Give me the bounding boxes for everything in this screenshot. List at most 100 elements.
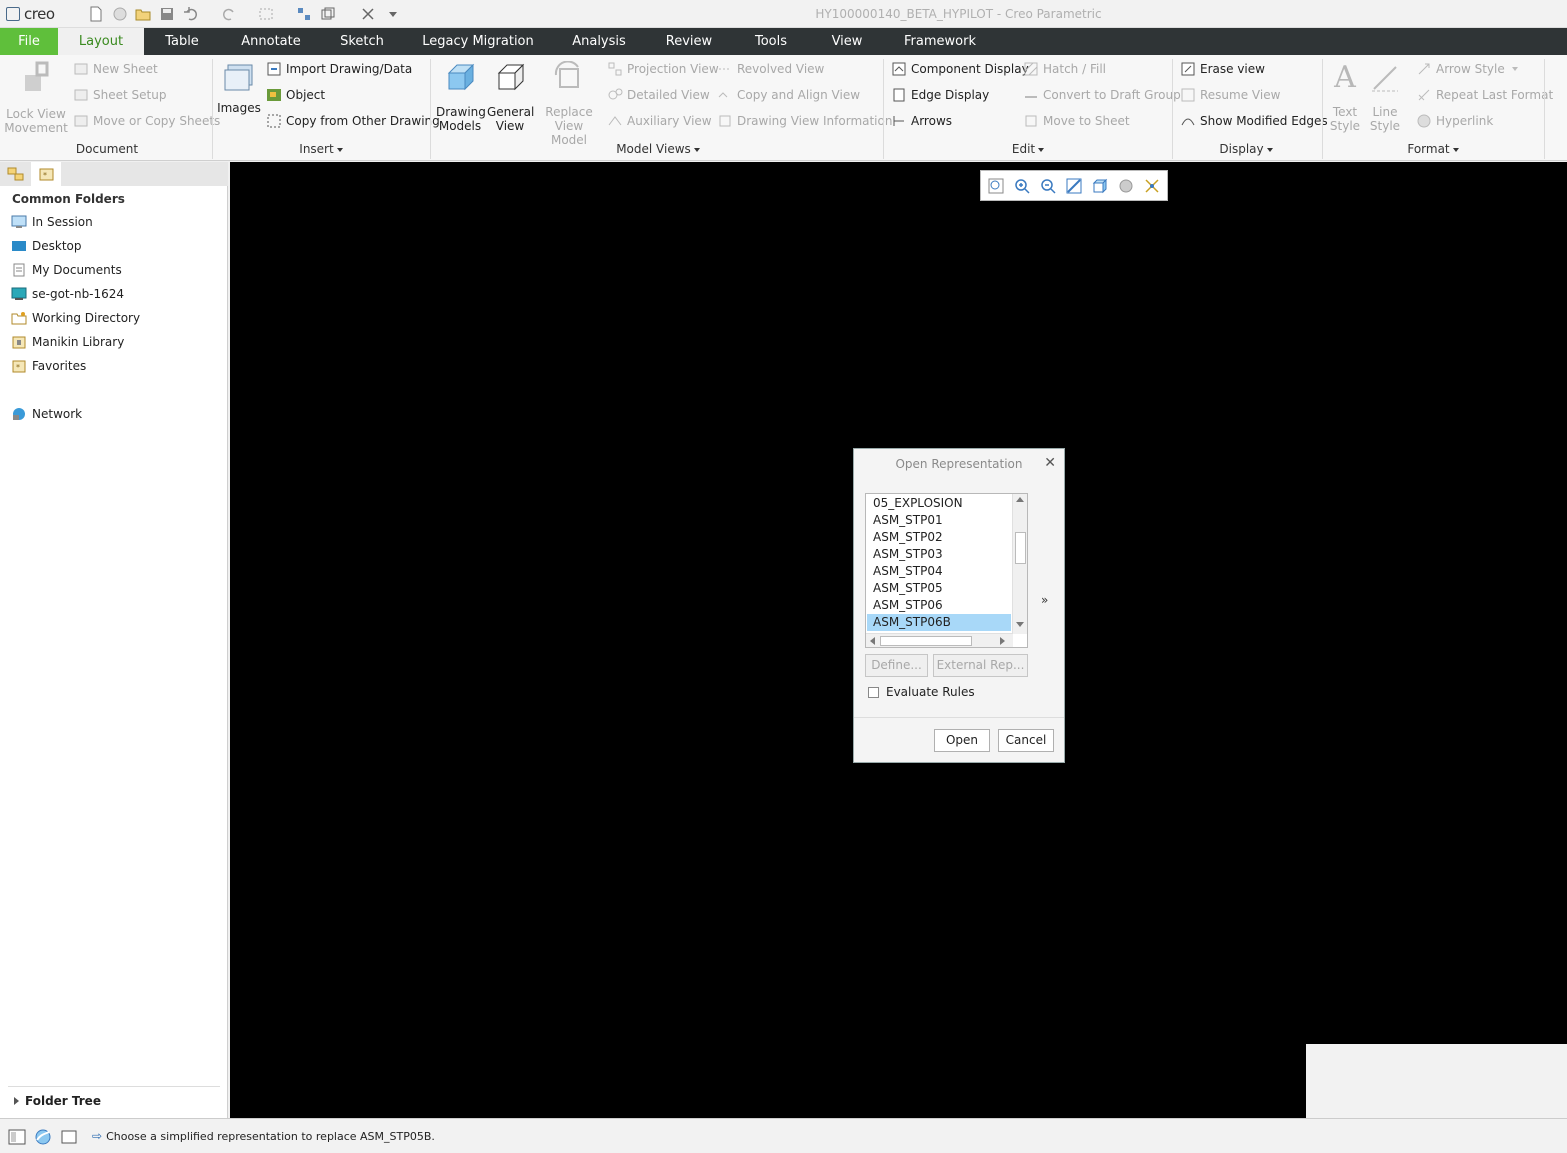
arrow-style-label: Arrow Style: [1436, 62, 1505, 76]
group-label-insert[interactable]: Insert: [296, 142, 346, 156]
zoom-out-icon[interactable]: [1039, 177, 1057, 195]
scroll-up-icon[interactable]: [1016, 497, 1024, 502]
close-icon[interactable]: ✕: [1044, 455, 1056, 471]
nav-item-computer[interactable]: se-got-nb-1624: [11, 285, 124, 303]
text-style-button[interactable]: A Text Style: [1326, 61, 1364, 134]
list-item[interactable]: ASM_STP05: [867, 580, 1011, 597]
browser-toggle-icon[interactable]: [34, 1128, 52, 1146]
group-label-model-views[interactable]: Model Views: [613, 142, 703, 156]
hyperlink-button[interactable]: Hyperlink: [1416, 112, 1493, 130]
tab-file[interactable]: File: [0, 28, 58, 55]
convert-draft-group-button[interactable]: Convert to Draft Group: [1023, 86, 1181, 104]
representation-list[interactable]: 05_EXPLOSION ASM_STP01 ASM_STP02 ASM_STP…: [865, 493, 1028, 648]
nav-item-network[interactable]: Network: [11, 405, 82, 423]
arrow-style-button[interactable]: Arrow Style: [1416, 60, 1518, 78]
horizontal-scroll-thumb[interactable]: [880, 636, 972, 646]
cancel-button[interactable]: Cancel: [998, 729, 1054, 752]
list-item[interactable]: ASM_STP01: [867, 512, 1011, 529]
tab-view[interactable]: View: [824, 28, 870, 55]
hatch-fill-button[interactable]: Hatch / Fill: [1023, 60, 1106, 78]
tab-framework[interactable]: Framework: [900, 28, 980, 55]
open-button[interactable]: Open: [934, 729, 990, 752]
list-item[interactable]: ASM_STP06: [867, 597, 1011, 614]
group-label-display[interactable]: Display: [1215, 142, 1277, 156]
folder-tree-toggle[interactable]: Folder Tree: [14, 1094, 101, 1108]
scroll-left-icon[interactable]: [870, 637, 875, 645]
nav-item-my-documents[interactable]: My Documents: [11, 261, 122, 279]
fullscreen-toggle-icon[interactable]: [60, 1128, 78, 1146]
move-copy-sheets-button[interactable]: Move or Copy Sheets: [73, 112, 220, 130]
detailed-view-button[interactable]: Detailed View: [607, 86, 710, 104]
nav-item-desktop[interactable]: Desktop: [11, 237, 82, 255]
external-rep-button[interactable]: External Rep...: [933, 654, 1028, 677]
arrows-button[interactable]: Arrows: [891, 112, 952, 130]
nav-item-in-session[interactable]: In Session: [11, 213, 93, 231]
tab-legacy-migration[interactable]: Legacy Migration: [416, 28, 540, 55]
folder-browser-tab[interactable]: *: [31, 162, 61, 186]
display-style-icon[interactable]: [1091, 177, 1109, 195]
navigator-toggle-icon[interactable]: [8, 1128, 26, 1146]
nav-item-favorites[interactable]: * Favorites: [11, 357, 86, 375]
drawing-view-info-button[interactable]: Drawing View Information: [717, 112, 892, 130]
list-item-selected[interactable]: ASM_STP06B: [867, 614, 1011, 631]
move-to-sheet-button[interactable]: Move to Sheet: [1023, 112, 1130, 130]
component-display-button[interactable]: Component Display: [891, 60, 1029, 78]
list-item[interactable]: 05_EXPLOSION: [867, 495, 1011, 512]
general-view-button[interactable]: General View: [487, 61, 534, 133]
tab-tools[interactable]: Tools: [746, 28, 796, 55]
erase-view-button[interactable]: Erase view: [1180, 60, 1265, 78]
group-label-edit[interactable]: Edit: [1006, 142, 1050, 156]
projection-view-button[interactable]: Projection View: [607, 60, 719, 78]
list-item[interactable]: ASM_STP02: [867, 529, 1011, 546]
zoom-in-icon[interactable]: [1013, 177, 1031, 195]
ribbon: Lock View Movement New Sheet Sheet Setup…: [0, 55, 1567, 161]
repeat-last-format-button[interactable]: Repeat Last Format: [1416, 86, 1553, 104]
tab-annotate[interactable]: Annotate: [232, 28, 310, 55]
evaluate-rules-checkbox[interactable]: [868, 687, 879, 698]
nav-item-manikin-library[interactable]: Manikin Library: [11, 333, 124, 351]
chevron-down-icon: [336, 147, 343, 152]
scroll-right-icon[interactable]: [1000, 637, 1005, 645]
model-tree-tab-icon[interactable]: [7, 166, 25, 182]
line-style-button[interactable]: Line Style: [1366, 61, 1404, 133]
folder-tree-divider: [8, 1086, 220, 1087]
tab-table[interactable]: Table: [152, 28, 212, 55]
copy-align-view-button[interactable]: Copy and Align View: [717, 86, 860, 104]
convert-draft-icon: [1023, 87, 1039, 103]
revolved-view-button[interactable]: Revolved View: [717, 60, 824, 78]
drawing-models-button[interactable]: Drawing Models: [436, 61, 486, 133]
list-item[interactable]: ASM_STP04: [867, 563, 1011, 580]
list-item[interactable]: ASM_STP03: [867, 546, 1011, 563]
copy-from-other-drawing-button[interactable]: Copy from Other Drawing: [266, 112, 440, 130]
horizontal-scrollbar[interactable]: [866, 633, 1013, 647]
resume-view-button[interactable]: Resume View: [1180, 86, 1280, 104]
group-separator: [1172, 59, 1173, 159]
repaint-icon[interactable]: [1065, 177, 1083, 195]
vertical-scroll-thumb[interactable]: [1015, 532, 1026, 564]
network-icon: [11, 407, 27, 421]
new-sheet-button[interactable]: New Sheet: [73, 60, 158, 78]
saved-orientations-icon[interactable]: [1117, 177, 1135, 195]
edge-display-button[interactable]: Edge Display: [891, 86, 989, 104]
replace-view-model-button[interactable]: Replace View Model: [536, 60, 602, 147]
expand-dialog-icon[interactable]: »: [1041, 593, 1048, 607]
sheet-setup-button[interactable]: Sheet Setup: [73, 86, 166, 104]
tab-sketch[interactable]: Sketch: [330, 28, 394, 55]
tab-analysis[interactable]: Analysis: [566, 28, 632, 55]
nav-item-working-directory[interactable]: Working Directory: [11, 309, 140, 327]
images-button[interactable]: Images: [217, 61, 261, 115]
scroll-down-icon[interactable]: [1016, 622, 1024, 627]
auxiliary-view-button[interactable]: Auxiliary View: [607, 112, 712, 130]
import-drawing-button[interactable]: Import Drawing/Data: [266, 60, 412, 78]
vertical-scrollbar[interactable]: [1012, 494, 1027, 634]
object-button[interactable]: Object: [266, 86, 325, 104]
show-modified-edges-button[interactable]: Show Modified Edges: [1180, 112, 1328, 130]
define-button[interactable]: Define...: [865, 654, 928, 677]
annotation-display-icon[interactable]: [1143, 177, 1161, 195]
lock-view-movement-button[interactable]: Lock View Movement: [4, 61, 68, 135]
refit-icon[interactable]: [987, 177, 1005, 195]
group-label-format[interactable]: Format: [1402, 142, 1464, 156]
tab-layout[interactable]: Layout: [58, 28, 144, 55]
tab-review[interactable]: Review: [658, 28, 720, 55]
navigator-panel: * Common Folders In Session Desktop My D…: [0, 162, 228, 1118]
